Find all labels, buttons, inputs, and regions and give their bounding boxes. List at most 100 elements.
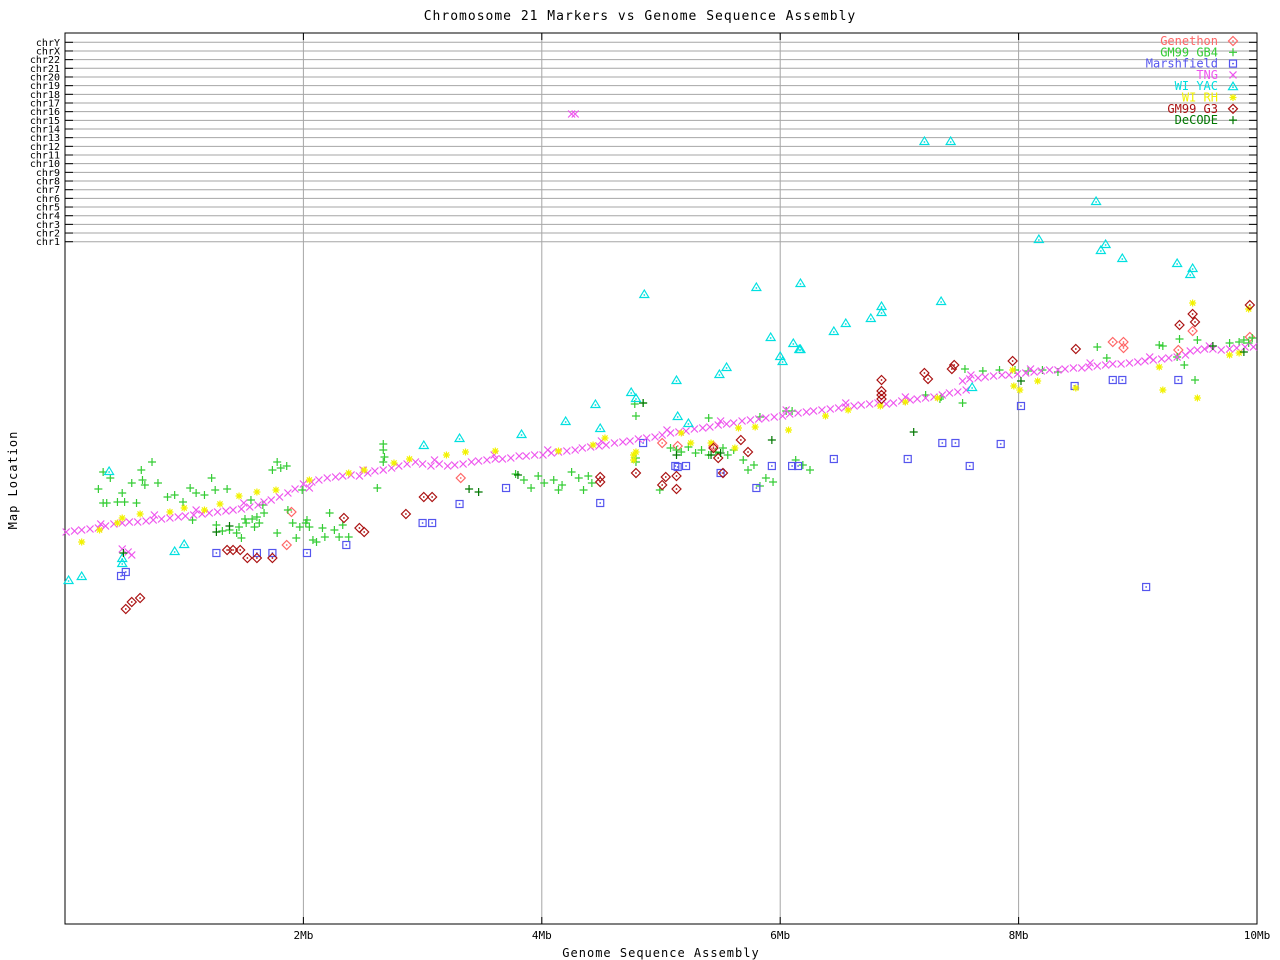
data-point	[77, 526, 86, 534]
data-point	[1145, 586, 1148, 588]
data-point	[738, 417, 746, 425]
data-point	[323, 474, 332, 482]
data-point	[826, 405, 835, 413]
data-point	[1186, 347, 1195, 355]
data-point	[1232, 62, 1234, 65]
data-point	[999, 443, 1002, 445]
data-point	[267, 496, 276, 504]
data-point	[578, 444, 587, 452]
data-point	[1191, 268, 1194, 270]
data-point	[791, 465, 794, 467]
data-point	[953, 364, 956, 366]
data-point	[1226, 351, 1234, 359]
data-point	[661, 484, 664, 486]
data-point	[290, 511, 293, 513]
data-point	[549, 476, 558, 484]
data-point	[672, 410, 684, 421]
data-point	[292, 534, 301, 542]
data-point	[579, 486, 588, 494]
data-point	[246, 557, 249, 559]
data-point	[253, 488, 261, 496]
data-point	[1010, 382, 1018, 390]
data-point	[405, 455, 413, 463]
data-point	[1157, 355, 1166, 363]
data-point	[325, 509, 334, 517]
data-point	[343, 517, 345, 519]
data-point	[769, 478, 778, 486]
data-point	[797, 465, 799, 467]
data-point	[273, 458, 282, 466]
data-point	[240, 515, 249, 523]
x-tick-label-4Mb: 4Mb	[532, 929, 552, 942]
data-point	[118, 489, 127, 497]
data-point	[103, 465, 115, 476]
data-point	[1100, 238, 1112, 249]
data-point	[232, 549, 234, 551]
data-point	[221, 507, 230, 515]
data-point	[534, 472, 543, 480]
data-point	[1104, 244, 1107, 246]
data-point	[1122, 341, 1125, 343]
data-point	[443, 462, 452, 470]
data-point	[574, 474, 583, 482]
data-point	[589, 441, 597, 449]
data-point	[291, 485, 299, 493]
data-point	[725, 367, 728, 369]
x-tick-label-8Mb: 8Mb	[1009, 929, 1029, 942]
data-point	[178, 538, 190, 549]
data-point	[427, 462, 435, 470]
data-point	[765, 331, 777, 342]
data-point	[271, 557, 274, 559]
data-point	[698, 424, 707, 432]
data-point	[997, 371, 1006, 379]
data-point	[749, 461, 758, 469]
data-point	[642, 442, 645, 444]
data-point	[589, 398, 601, 409]
data-point	[635, 472, 637, 474]
data-point	[630, 392, 633, 394]
data-point	[1191, 313, 1194, 315]
data-point	[166, 508, 174, 516]
data-point	[1193, 346, 1202, 354]
data-point	[1069, 364, 1078, 372]
data-point	[142, 517, 150, 525]
data-point	[283, 489, 292, 497]
data-point	[1099, 250, 1102, 252]
data-point	[80, 576, 83, 578]
data-point	[248, 515, 257, 523]
data-point	[554, 486, 563, 494]
data-point	[1232, 40, 1234, 42]
data-point	[722, 472, 724, 474]
data-point	[785, 426, 793, 434]
data-point	[246, 496, 255, 504]
data-point	[651, 433, 659, 441]
data-point	[941, 442, 944, 444]
data-point	[379, 466, 388, 474]
chart: chrY chrX chr22 chr21 chr20 chr19 chr18 chr17 ch…	[0, 0, 1280, 960]
data-point	[832, 458, 835, 460]
data-point	[670, 374, 683, 385]
data-point	[422, 445, 425, 447]
data-point	[1122, 347, 1125, 349]
data-point	[483, 456, 491, 464]
data-point	[314, 476, 323, 484]
data-point	[363, 531, 366, 533]
data-point	[594, 422, 606, 433]
data-point	[705, 423, 714, 431]
data-point	[777, 355, 789, 366]
data-point	[506, 454, 515, 462]
data-point	[174, 513, 183, 521]
data-point	[1155, 363, 1163, 371]
data-point	[242, 519, 251, 527]
data-point	[422, 496, 425, 498]
data-point	[268, 466, 277, 474]
data-point	[927, 378, 929, 380]
data-point	[153, 479, 162, 487]
data-point	[237, 505, 246, 513]
data-point	[1133, 358, 1142, 366]
data-point	[1037, 239, 1040, 241]
data-point	[1175, 335, 1184, 343]
data-point	[305, 523, 314, 531]
data-point	[318, 524, 327, 532]
chart-title: Chromosome 21 Markers vs Genome Sequence…	[423, 9, 857, 24]
